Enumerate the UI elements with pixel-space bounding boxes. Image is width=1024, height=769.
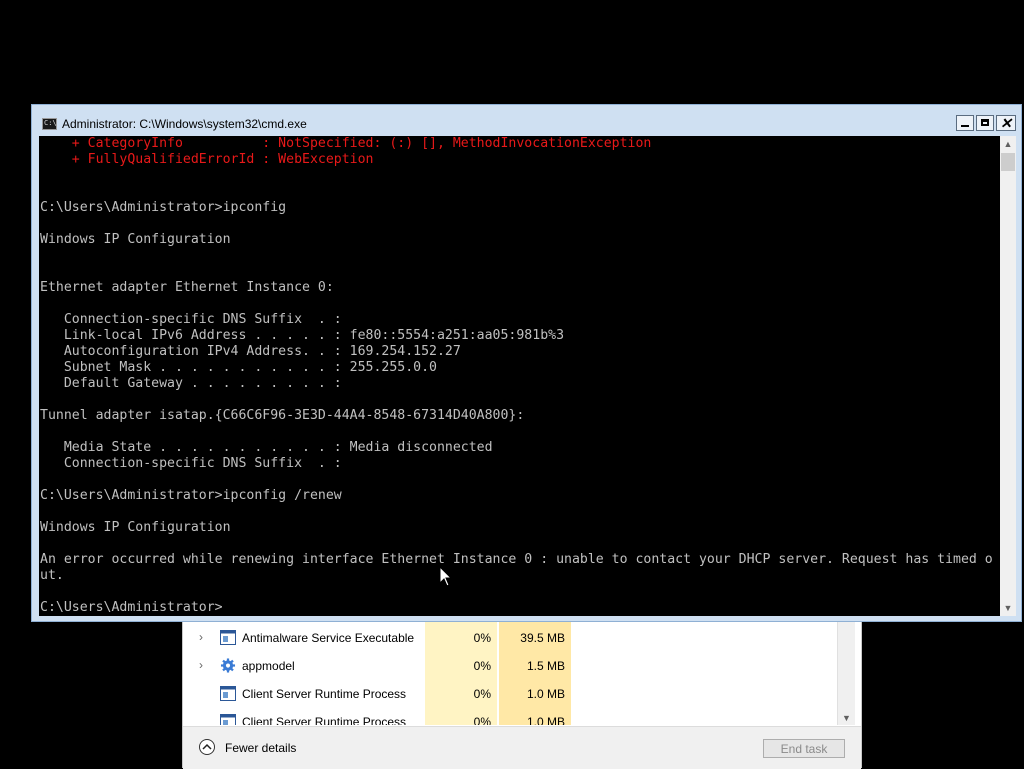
terminal-line: Subnet Mask . . . . . . . . . . . : 255.… [40,360,437,375]
minimize-button[interactable] [956,115,974,131]
scroll-down-icon[interactable]: ▼ [842,714,851,723]
terminal-scrollbar[interactable]: ▲ ▼ [1000,136,1016,616]
process-memory-cell: 1.5 MB [499,652,571,680]
process-memory-cell: 39.5 MB [499,624,571,652]
process-cpu-cell: 0% [425,652,497,680]
process-memory-value: 1.0 MB [526,687,565,701]
terminal-error-line: + CategoryInfo : NotSpecified: (:) [], M… [40,136,652,151]
process-memory-value: 1.0 MB [526,715,565,725]
process-cpu-value: 0% [473,631,491,645]
terminal-line: Windows IP Configuration [40,232,231,247]
close-button[interactable]: ✕ [996,115,1016,131]
terminal-output[interactable]: + CategoryInfo : NotSpecified: (:) [], M… [39,136,1000,616]
process-list-scrollbar[interactable]: ▼ [837,618,855,725]
cmd-title-bar[interactable]: C:\ Administrator: C:\Windows\system32\c… [32,105,1021,136]
terminal-line: Windows IP Configuration [40,520,231,535]
process-name: Client Server Runtime Process [242,715,407,725]
process-row[interactable]: › appmodel 0% 1.5 MB [183,652,843,680]
app-window-icon [220,714,236,725]
process-row[interactable]: Client Server Runtime Process 0% 1.0 MB [183,680,843,708]
terminal-line: Link-local IPv6 Address . . . . . : fe80… [40,328,565,343]
mouse-pointer-icon [439,566,452,587]
terminal-line: C:\Users\Administrator>ipconfig [40,200,287,215]
terminal-line: Autoconfiguration IPv4 Address. . : 169.… [40,344,461,359]
fewer-details-link[interactable]: Fewer details [225,741,296,755]
scrollbar-thumb[interactable] [1001,153,1015,171]
scroll-down-icon[interactable]: ▼ [1000,600,1016,616]
process-list: › Antimalware Service Executable 0% 39.5 MB… [183,618,843,725]
process-name: Antimalware Service Executable [242,631,415,645]
process-name: appmodel [242,659,295,673]
process-memory-cell: 1.0 MB [499,708,571,725]
cmd-window: C:\ Administrator: C:\Windows\system32\c… [31,104,1022,622]
terminal-line: C:\Users\Administrator>ipconfig /renew [40,488,342,503]
maximize-icon [981,119,989,126]
terminal-error-line: + FullyQualifiedErrorId : WebException [40,152,374,167]
process-row[interactable]: Client Server Runtime Process 0% 1.0 MB [183,708,843,725]
task-manager-window: › Antimalware Service Executable 0% 39.5 MB… [182,618,862,769]
terminal-line: Connection-specific DNS Suffix . : [40,312,342,327]
process-memory-cell: 1.0 MB [499,680,571,708]
terminal-line: C:\Users\Administrator> [40,600,223,615]
gear-icon [220,658,236,673]
chevron-right-icon[interactable]: › [199,630,209,644]
chevron-up-circle-icon[interactable] [199,739,215,755]
terminal-line: Default Gateway . . . . . . . . . : [40,376,342,391]
process-cpu-value: 0% [473,659,491,673]
process-row[interactable]: › Antimalware Service Executable 0% 39.5 MB [183,624,843,652]
terminal-line: An error occurred while renewing interfa… [40,552,993,567]
cmd-app-icon: C:\ [42,118,57,130]
process-name: Client Server Runtime Process [242,687,407,701]
terminal-line: ut. [40,568,64,583]
process-cpu-cell: 0% [425,624,497,652]
end-task-button[interactable]: End task [763,739,845,758]
task-manager-footer: Fewer details End task [183,726,861,769]
chevron-right-icon[interactable]: › [199,658,209,672]
terminal-line: Media State . . . . . . . . . . . : Medi… [40,440,493,455]
app-window-icon [220,630,236,645]
close-icon: ✕ [1000,115,1012,131]
scroll-up-icon[interactable]: ▲ [1000,136,1016,152]
process-cpu-value: 0% [473,687,491,701]
process-cpu-cell: 0% [425,680,497,708]
minimize-icon [961,125,969,127]
app-window-icon [220,686,236,701]
process-cpu-cell: 0% [425,708,497,725]
terminal-line: Connection-specific DNS Suffix . : [40,456,342,471]
maximize-button[interactable] [976,115,994,131]
process-memory-value: 1.5 MB [526,659,565,673]
process-cpu-value: 0% [473,715,491,725]
window-title: Administrator: C:\Windows\system32\cmd.e… [62,117,307,131]
process-memory-value: 39.5 MB [520,631,565,645]
terminal-line: Tunnel adapter isatap.{C66C6F96-3E3D-44A… [40,408,525,423]
terminal-line: Ethernet adapter Ethernet Instance 0: [40,280,334,295]
